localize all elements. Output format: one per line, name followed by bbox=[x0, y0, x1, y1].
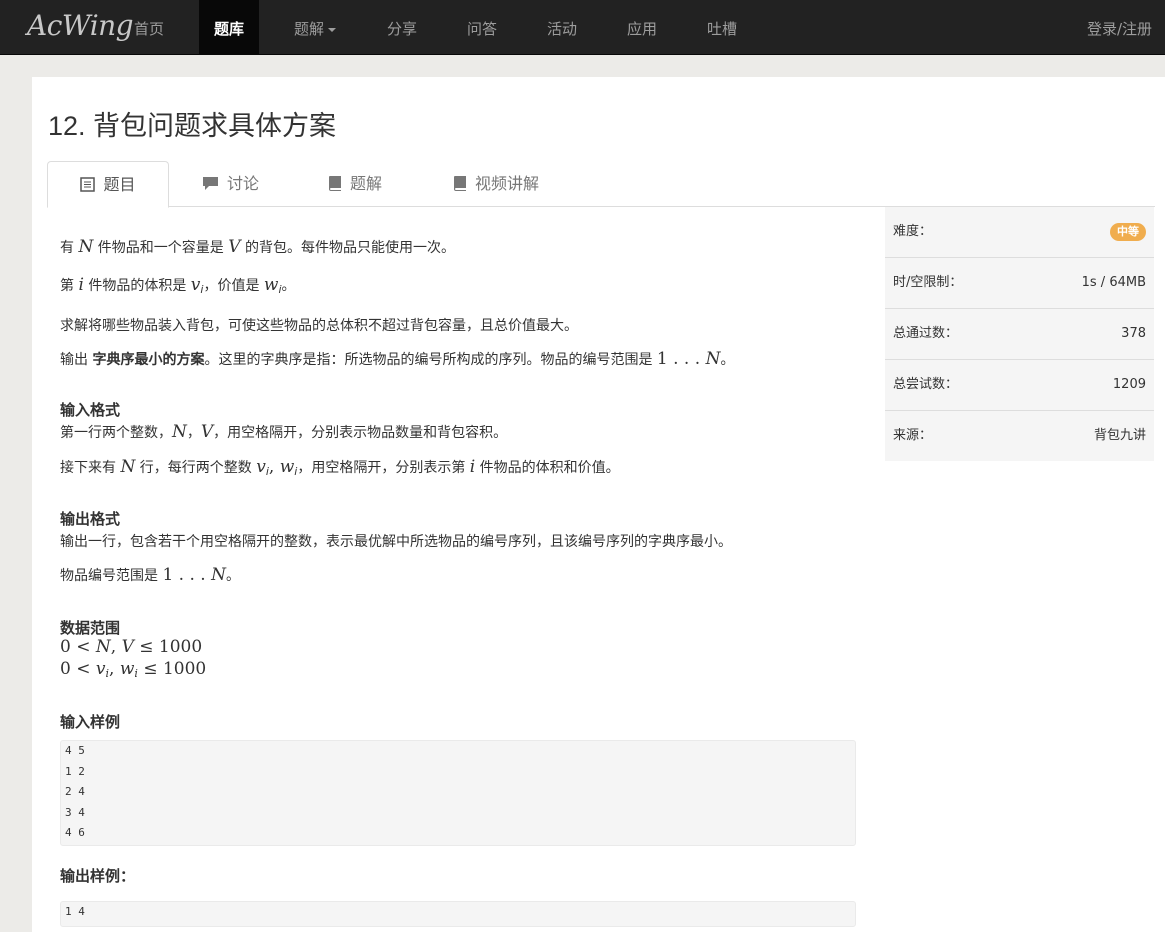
nav-solutions-label: 题解 bbox=[293, 20, 324, 38]
nav-qa[interactable]: 问答 bbox=[452, 0, 512, 54]
difficulty-badge: 中等 bbox=[1110, 223, 1146, 241]
list-icon bbox=[80, 164, 96, 210]
output-format-line-2: 物品编号范围是 1 . . . N。 bbox=[60, 565, 240, 585]
nav-home[interactable]: 首页 bbox=[120, 0, 178, 54]
tab-solutions-label: 题解 bbox=[350, 174, 383, 193]
input-format-heading: 输入格式 bbox=[60, 401, 121, 419]
code-line: 4 6 bbox=[65, 826, 85, 839]
code-line: 4 5 bbox=[65, 744, 85, 757]
statement-line-1: 有 N 件物品和一个容量是 V 的背包。每件物品只能使用一次。 bbox=[60, 237, 455, 257]
data-range-line-1: 0 < N, V ≤ 1000 bbox=[60, 637, 203, 657]
input-format-line-2: 接下来有 N 行，每行两个整数 vi, wi，用空格隔开，分别表示第 i 件物品… bbox=[60, 457, 620, 478]
nav-activity[interactable]: 活动 bbox=[532, 0, 592, 54]
problem-title: 12. 背包问题求具体方案 bbox=[48, 111, 337, 141]
data-range-heading: 数据范围 bbox=[60, 619, 121, 637]
tab-problem[interactable]: 题目 bbox=[47, 161, 169, 208]
nav-feedback[interactable]: 吐槽 bbox=[692, 0, 752, 54]
code-line: 3 4 bbox=[65, 805, 85, 819]
tab-video[interactable]: 视频讲解 bbox=[453, 161, 539, 205]
output-format-line-1: 输出一行，包含若干个用空格隔开的整数，表示最优解中所选物品的编号序列，且该编号序… bbox=[60, 534, 732, 550]
input-format-line-1: 第一行两个整数，N，V，用空格隔开，分别表示物品数量和背包容积。 bbox=[60, 422, 508, 442]
info-label: 总通过数： bbox=[893, 326, 959, 341]
statement-line-3: 求解将哪些物品装入背包，可使这些物品的总体积不超过背包容量，且总价值最大。 bbox=[60, 318, 578, 334]
nav-share[interactable]: 分享 bbox=[372, 0, 432, 54]
info-label: 时/空限制： bbox=[893, 275, 963, 290]
sample-input-heading: 输入样例 bbox=[60, 713, 121, 731]
info-difficulty: 难度： 中等 bbox=[885, 207, 1154, 258]
chevron-down-icon bbox=[328, 27, 336, 32]
comment-icon bbox=[202, 163, 219, 209]
statement-line-2: 第 i 件物品的体积是 vi，价值是 wi。 bbox=[60, 275, 296, 296]
book-icon bbox=[453, 163, 467, 209]
code-line: 2 4 bbox=[65, 785, 85, 798]
info-value: 1s / 64MB bbox=[1081, 275, 1146, 290]
info-accepted: 总通过数： 378 bbox=[885, 309, 1154, 360]
top-navbar: AcWing 首页 题库 题解 分享 问答 活动 应用 吐槽 登录/注册 bbox=[0, 0, 1165, 55]
login-register-link[interactable]: 登录/注册 bbox=[1087, 0, 1152, 58]
book-icon bbox=[328, 163, 342, 209]
problem-panel: 12. 背包问题求具体方案 题目 讨论 题解 视频讲解 有 N 件物品和一个容量… bbox=[32, 77, 1165, 932]
sample-output-heading: 输出样例： bbox=[60, 867, 136, 885]
info-label: 来源： bbox=[893, 428, 933, 443]
info-value: 378 bbox=[1121, 326, 1146, 341]
sample-output-code[interactable]: 1 4 bbox=[60, 901, 856, 927]
brand-logo[interactable]: AcWing bbox=[27, 9, 134, 42]
tab-discussion-label: 讨论 bbox=[227, 174, 260, 193]
output-format-heading: 输出格式 bbox=[60, 510, 121, 528]
info-label: 总尝试数： bbox=[893, 377, 959, 392]
nav-problems[interactable]: 题库 bbox=[199, 0, 259, 54]
code-line: 1 4 bbox=[65, 905, 85, 918]
info-limits: 时/空限制： 1s / 64MB bbox=[885, 258, 1154, 309]
info-attempts: 总尝试数： 1209 bbox=[885, 360, 1154, 411]
tab-problem-label: 题目 bbox=[103, 175, 136, 194]
info-value[interactable]: 背包九讲 bbox=[1094, 411, 1146, 461]
statement-line-4: 输出 字典序最小的方案。这里的字典序是指：所选物品的编号所构成的序列。物品的编号… bbox=[60, 349, 735, 369]
nav-solutions[interactable]: 题解 bbox=[280, 0, 350, 54]
tab-discussion[interactable]: 讨论 bbox=[202, 161, 259, 205]
info-value: 1209 bbox=[1112, 377, 1146, 392]
info-source: 来源： 背包九讲 bbox=[885, 411, 1154, 461]
tab-video-label: 视频讲解 bbox=[475, 174, 540, 193]
tab-solutions[interactable]: 题解 bbox=[328, 161, 382, 205]
sample-input-code[interactable]: 4 5 1 2 2 4 3 4 4 6 bbox=[60, 740, 856, 846]
problem-info-sidebar: 难度： 中等 时/空限制： 1s / 64MB 总通过数： 378 总尝试数： … bbox=[885, 207, 1154, 461]
info-label: 难度： bbox=[893, 224, 933, 239]
problem-tabs: 题目 讨论 题解 视频讲解 bbox=[47, 161, 1155, 208]
nav-apps[interactable]: 应用 bbox=[612, 0, 672, 54]
data-range-line-2: 0 < vi, wi ≤ 1000 bbox=[60, 659, 207, 680]
code-line: 1 2 bbox=[65, 764, 85, 778]
